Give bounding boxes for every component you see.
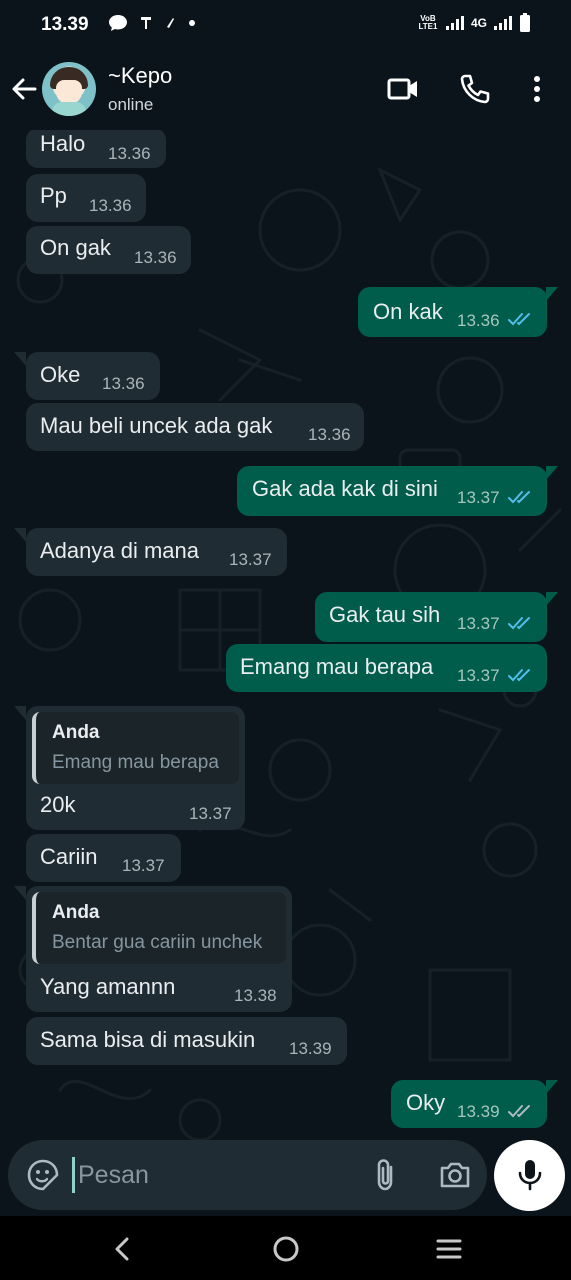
paperclip-icon[interactable] bbox=[371, 1157, 401, 1193]
quoted-text: Bentar gua cariin unchek bbox=[52, 932, 263, 953]
message-text: Cariin bbox=[40, 844, 98, 869]
incoming-message[interactable]: On gak 13.36 bbox=[26, 226, 191, 274]
bubble-tail bbox=[14, 706, 26, 720]
outgoing-message[interactable]: Gak ada kak di sini 13.37 bbox=[237, 466, 547, 516]
incoming-message[interactable]: Oke 13.36 bbox=[26, 352, 160, 400]
message-text: Oky bbox=[406, 1090, 446, 1115]
quoted-author: Anda bbox=[52, 902, 100, 923]
message-text: 20k bbox=[40, 792, 76, 817]
message-time: 13.36 bbox=[108, 144, 151, 163]
outgoing-message[interactable]: Gak tau sih 13.37 bbox=[315, 592, 547, 642]
message-time: 13.39 bbox=[289, 1039, 332, 1058]
bubble-tail bbox=[546, 466, 558, 480]
message-input[interactable] bbox=[78, 1154, 358, 1196]
message-time: 13.36 bbox=[89, 196, 132, 215]
outgoing-message[interactable]: Emang mau berapa 13.37 bbox=[226, 644, 547, 692]
emoji-sticker-icon[interactable] bbox=[26, 1158, 60, 1192]
incoming-message[interactable]: Adanya di mana 13.37 bbox=[26, 528, 287, 576]
network-type: 4G bbox=[470, 16, 487, 30]
notification-icons bbox=[108, 14, 196, 32]
video-call-icon[interactable] bbox=[386, 72, 420, 106]
message-text: Adanya di mana bbox=[40, 538, 199, 563]
system-indicators: VoB LTE1 4G bbox=[417, 13, 531, 33]
quoted-message[interactable]: Anda Emang mau berapa bbox=[32, 712, 239, 784]
message-time: 13.37 bbox=[457, 666, 500, 685]
incoming-message[interactable]: Sama bisa di masukin 13.39 bbox=[26, 1017, 347, 1065]
message-time: 13.36 bbox=[457, 311, 500, 330]
message-text: Emang mau berapa bbox=[240, 654, 434, 679]
camera-icon[interactable] bbox=[438, 1158, 472, 1192]
message-text: On gak bbox=[40, 235, 111, 260]
message-time: 13.37 bbox=[229, 550, 272, 569]
bubble-tail bbox=[14, 886, 26, 900]
avatar[interactable] bbox=[42, 62, 96, 116]
incoming-message[interactable]: Cariin 13.37 bbox=[26, 834, 181, 882]
message-time: 13.36 bbox=[308, 425, 351, 444]
dot-icon bbox=[189, 20, 195, 26]
bubble-tail bbox=[546, 287, 558, 301]
incoming-message[interactable]: Anda Emang mau berapa 20k 13.37 bbox=[26, 706, 245, 830]
status-bar: 13.39 VoB LTE1 4G bbox=[0, 0, 571, 48]
outgoing-message[interactable]: On kak 13.36 bbox=[358, 287, 547, 337]
contact-name[interactable]: ~Kepo bbox=[108, 63, 172, 89]
nav-recents-icon[interactable] bbox=[434, 1234, 464, 1264]
status-time: 13.39 bbox=[41, 14, 89, 35]
message-text: Oke bbox=[40, 362, 81, 387]
volte-indicator: VoB LTE1 bbox=[418, 14, 438, 31]
system-navigation-bar bbox=[0, 1216, 571, 1280]
message-time: 13.38 bbox=[234, 986, 277, 1005]
nav-back-icon[interactable] bbox=[108, 1234, 138, 1264]
incoming-message[interactable]: Pp 13.36 bbox=[26, 174, 146, 222]
bubble-tail bbox=[14, 352, 26, 366]
incoming-message[interactable]: Mau beli uncek ada gak 13.36 bbox=[26, 403, 364, 451]
bubble-tail bbox=[14, 528, 26, 542]
message-time: 13.39 bbox=[457, 1102, 500, 1121]
message-text: Yang amannn bbox=[40, 974, 176, 999]
chat-header: ~Kepo online bbox=[0, 48, 571, 130]
notification-icon bbox=[141, 17, 151, 29]
chat-screen: 13.39 VoB LTE1 4G ~Kepo online Halo 13.3… bbox=[0, 0, 571, 1280]
message-text: Halo bbox=[40, 131, 86, 156]
contact-status: online bbox=[108, 95, 154, 114]
message-text: Mau beli uncek ada gak bbox=[40, 413, 273, 438]
quoted-message[interactable]: Anda Bentar gua cariin unchek bbox=[32, 892, 286, 964]
incoming-message[interactable]: Anda Bentar gua cariin unchek Yang amann… bbox=[26, 886, 292, 1012]
message-text: Gak tau sih bbox=[329, 602, 441, 627]
notification-icon bbox=[167, 18, 174, 28]
chat-bubble-icon bbox=[109, 15, 127, 31]
message-composer bbox=[8, 1140, 487, 1210]
signal-icon bbox=[494, 16, 512, 30]
text-cursor bbox=[72, 1157, 75, 1193]
message-time: 13.37 bbox=[122, 856, 165, 875]
message-text: Gak ada kak di sini bbox=[252, 476, 438, 501]
nav-home-icon[interactable] bbox=[271, 1234, 301, 1264]
more-vertical-icon[interactable] bbox=[527, 72, 547, 106]
read-receipt-icon bbox=[508, 669, 530, 682]
quoted-text: Emang mau berapa bbox=[52, 752, 219, 773]
message-time: 13.37 bbox=[457, 488, 500, 507]
message-text: Sama bisa di masukin bbox=[40, 1027, 256, 1052]
message-time: 13.37 bbox=[189, 804, 232, 823]
message-time: 13.36 bbox=[102, 374, 145, 393]
outgoing-message[interactable]: Oky 13.39 bbox=[391, 1080, 547, 1128]
quoted-author: Anda bbox=[52, 722, 100, 743]
message-text: Pp bbox=[40, 183, 67, 208]
voice-message-button[interactable] bbox=[494, 1140, 565, 1211]
microphone-icon bbox=[518, 1160, 542, 1191]
delivered-receipt-icon bbox=[508, 1105, 530, 1118]
message-time: 13.36 bbox=[134, 248, 177, 267]
message-time: 13.37 bbox=[457, 614, 500, 633]
read-receipt-icon bbox=[508, 313, 530, 326]
back-arrow-icon[interactable] bbox=[10, 75, 38, 103]
message-text: On kak bbox=[373, 299, 443, 324]
bubble-tail bbox=[546, 592, 558, 606]
bubble-tail bbox=[546, 1080, 558, 1094]
battery-icon bbox=[520, 13, 530, 32]
read-receipt-icon bbox=[508, 491, 530, 504]
signal-icon bbox=[445, 16, 464, 30]
incoming-message[interactable]: Halo 13.36 bbox=[26, 130, 166, 168]
read-receipt-icon bbox=[508, 617, 530, 630]
message-list[interactable]: Halo 13.36 Pp 13.36 On gak 13.36 On kak … bbox=[0, 130, 571, 1140]
phone-icon[interactable] bbox=[458, 72, 492, 106]
